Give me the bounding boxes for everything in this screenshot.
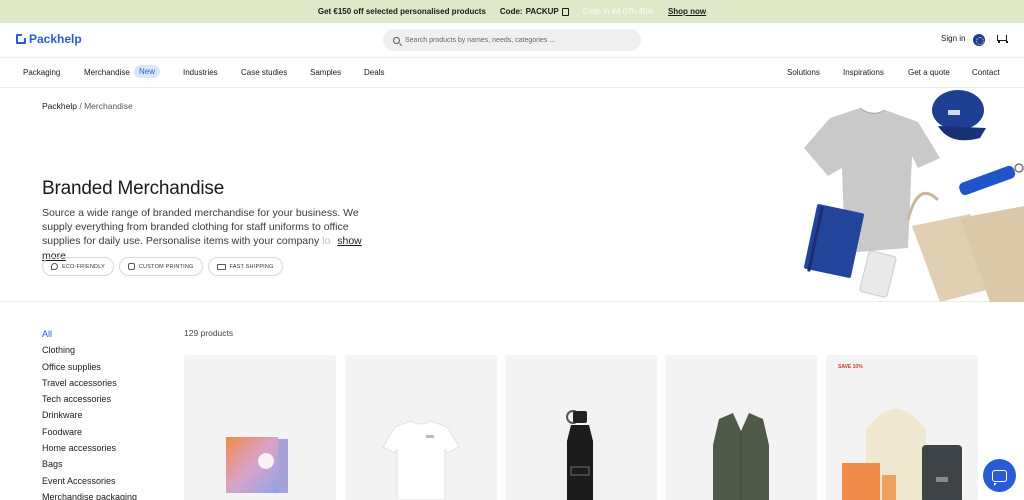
shop-now-link[interactable]: Shop now	[668, 7, 706, 16]
nav-item-solutions[interactable]: Solutions	[787, 68, 820, 77]
main-nav: Packaging Merchandise New Industries Cas…	[0, 57, 1024, 88]
nav-item-packaging[interactable]: Packaging	[23, 68, 60, 77]
logo-icon	[16, 34, 26, 44]
page-title: Branded Merchandise	[42, 178, 225, 199]
nav-item-deals[interactable]: Deals	[364, 68, 384, 77]
category-bags[interactable]: Bags	[42, 456, 137, 472]
nav-item-samples[interactable]: Samples	[310, 68, 341, 77]
truck-icon	[216, 263, 226, 270]
breadcrumb-current: Merchandise	[84, 101, 133, 111]
nav-item-contact[interactable]: Contact	[972, 68, 1000, 77]
category-foodware[interactable]: Foodware	[42, 424, 137, 440]
powerbank-image	[859, 250, 897, 298]
notebook-image	[804, 204, 864, 278]
bottle-image	[959, 163, 1024, 196]
search-icon	[393, 36, 400, 44]
chip-custom-printing: CUSTOM PRINTING	[118, 257, 203, 276]
promo-code[interactable]: Code: PACKUP	[500, 7, 569, 16]
chat-button[interactable]	[983, 459, 1016, 492]
hero-description-text: Source a wide range of branded merchandi…	[42, 207, 359, 248]
new-badge: New	[134, 65, 161, 78]
product-card-box[interactable]	[184, 355, 336, 500]
promo-countdown: Ends in 4d 07h 40m	[582, 7, 654, 16]
nav-item-industries[interactable]: Industries	[183, 68, 218, 77]
hero-section: Packhelp / Merchandise Branded Merchandi…	[0, 88, 1024, 302]
category-home-accessories[interactable]: Home accessories	[42, 440, 137, 456]
bottle-product-image	[566, 410, 593, 500]
category-clothing[interactable]: Clothing	[42, 342, 137, 358]
nav-item-get-a-quote[interactable]: Get a quote	[908, 68, 950, 77]
search-bar[interactable]: Search products by names, needs, categor…	[383, 29, 641, 51]
breadcrumb: Packhelp / Merchandise	[42, 101, 133, 111]
site-header: Packhelp Search products by names, needs…	[0, 23, 1024, 57]
breadcrumb-separator: /	[79, 101, 82, 111]
nav-item-inspirations[interactable]: Inspirations	[843, 68, 884, 77]
product-card-bundle[interactable]: SAVE 10%	[826, 355, 978, 500]
hero-merch-image	[790, 88, 1024, 302]
promo-code-value: PACKUP	[525, 7, 559, 16]
category-drinkware[interactable]: Drinkware	[42, 407, 137, 423]
sale-badge: SAVE 10%	[838, 364, 863, 370]
chat-icon	[992, 469, 1007, 486]
product-count: 129 products	[184, 328, 234, 338]
packhelp-logo[interactable]: Packhelp	[16, 32, 82, 46]
category-sidebar: All Clothing Office supplies Travel acce…	[42, 326, 137, 500]
sign-in-link[interactable]: Sign in	[941, 34, 965, 43]
promo-offer: Get €150 off selected personalised produ…	[317, 7, 486, 16]
cart-icon[interactable]	[996, 34, 1008, 43]
promo-code-label: Code:	[499, 7, 523, 16]
bundle-product-image	[842, 409, 962, 500]
vest-product-image	[713, 413, 769, 500]
hero-description: Source a wide range of branded merchandi…	[42, 206, 387, 263]
tote-bag-image	[906, 191, 1024, 302]
promo-bar: Get €150 off selected personalised produ…	[0, 0, 1024, 23]
breadcrumb-home[interactable]: Packhelp	[42, 101, 77, 111]
category-travel-accessories[interactable]: Travel accessories	[42, 375, 137, 391]
category-all[interactable]: All	[42, 326, 137, 342]
hero-description-fade: lo	[322, 235, 331, 248]
product-card-vest[interactable]	[665, 355, 817, 500]
category-merchandise-packaging[interactable]: Merchandise packaging	[42, 489, 137, 500]
chip-label: CUSTOM PRINTING	[138, 263, 194, 270]
product-card-tshirt[interactable]	[345, 355, 497, 500]
cap-image	[932, 90, 986, 141]
category-tech-accessories[interactable]: Tech accessories	[42, 391, 137, 407]
print-icon	[127, 263, 135, 270]
nav-item-case-studies[interactable]: Case studies	[241, 68, 287, 77]
chip-label: FAST SHIPPING	[229, 263, 274, 270]
feature-chips: ECO-FRIENDLY CUSTOM PRINTING FAST SHIPPI…	[42, 257, 283, 276]
category-event-accessories[interactable]: Event Accessories	[42, 473, 137, 489]
chip-label: ECO-FRIENDLY	[62, 263, 105, 270]
box-image	[226, 437, 288, 493]
copy-icon[interactable]	[561, 7, 569, 16]
nav-item-merchandise[interactable]: Merchandise	[84, 68, 130, 77]
tshirt-product-image	[382, 420, 460, 500]
category-office-supplies[interactable]: Office supplies	[42, 359, 137, 375]
logo-text: Packhelp	[29, 32, 82, 46]
search-input[interactable]: Search products by names, needs, categor…	[405, 37, 555, 44]
product-card-bottle[interactable]	[505, 355, 657, 500]
eu-flag-icon[interactable]	[973, 34, 985, 46]
leaf-icon	[51, 263, 58, 270]
chip-eco-friendly: ECO-FRIENDLY	[42, 257, 114, 276]
chip-fast-shipping: FAST SHIPPING	[207, 257, 283, 276]
